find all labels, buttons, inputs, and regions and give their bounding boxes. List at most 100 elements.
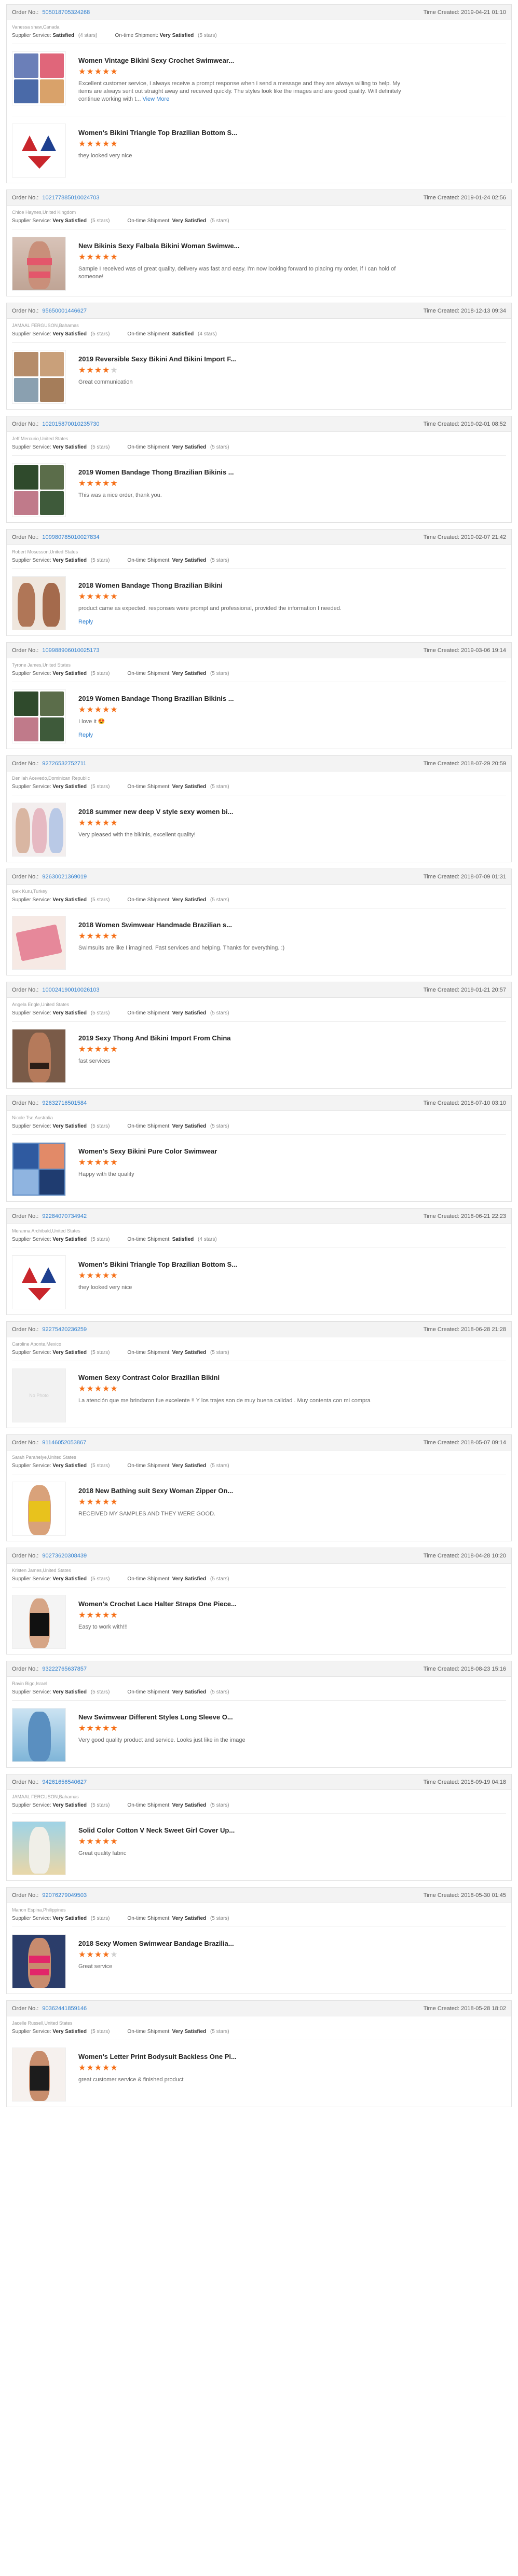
order-link[interactable]: 109988906010025173 (42, 647, 99, 654)
product-title[interactable]: Women Vintage Bikini Sexy Crochet Swimwe… (78, 57, 265, 64)
product-title[interactable]: 2018 New Bathing suit Sexy Woman Zipper … (78, 1487, 265, 1495)
order-link[interactable]: 92076279049503 (42, 1892, 87, 1899)
time-created: Time Created: 2018-04-28 10:20 (424, 1553, 506, 1559)
shipment-label: On-time Shipment: (127, 1123, 171, 1129)
supplier-service-label: Supplier Service: (12, 218, 51, 224)
supplier-service-stars: (5 stars) (90, 218, 110, 224)
order-link[interactable]: 90362441859146 (42, 2005, 87, 2012)
star-icon: ★ (78, 2064, 87, 2072)
order-link[interactable]: 505018705324268 (42, 9, 90, 16)
order-label: Order No.: (12, 1892, 39, 1899)
product-thumbnail[interactable] (12, 1708, 66, 1762)
product-thumbnail[interactable] (12, 1029, 66, 1083)
shipment-rating: On-time Shipment: Satisfied (4 stars) (127, 331, 216, 337)
shipment-stars: (5 stars) (210, 218, 229, 224)
review-text: great customer service & finished produc… (78, 2077, 184, 2083)
product-thumbnail[interactable] (12, 463, 66, 517)
product-thumbnail[interactable] (12, 689, 66, 743)
shipment-value: Very Satisfied (172, 897, 207, 903)
star-icon: ★ (94, 1837, 103, 1846)
product-title[interactable]: 2019 Women Bandage Thong Brazilian Bikin… (78, 468, 265, 476)
product-thumbnail[interactable] (12, 1821, 66, 1875)
product-title[interactable]: 2018 summer new deep V style sexy women … (78, 808, 265, 816)
reply-link[interactable]: Reply (78, 732, 506, 738)
product-rating-stars: ★★★★★ (78, 140, 506, 149)
product-title[interactable]: Women Sexy Contrast Color Brazilian Biki… (78, 1374, 265, 1381)
product-title[interactable]: 2019 Reversible Sexy Bikini And Bikini I… (78, 355, 265, 363)
product-title[interactable]: New Swimwear Different Styles Long Sleev… (78, 1713, 265, 1721)
product-thumbnail[interactable] (12, 916, 66, 970)
supplier-service-value: Very Satisfied (52, 1123, 87, 1129)
product-thumbnail[interactable] (12, 51, 66, 105)
order-link[interactable]: 92630021369019 (42, 874, 87, 880)
product-title[interactable]: Women's Bikini Triangle Top Brazilian Bo… (78, 129, 265, 137)
product-thumbnail[interactable] (12, 1142, 66, 1196)
product-thumbnail[interactable] (12, 124, 66, 178)
card-header: Order No.: 100024190010026103 Time Creat… (7, 982, 511, 998)
product-title[interactable]: 2019 Women Bandage Thong Brazilian Bikin… (78, 695, 265, 702)
order-number: Order No.: 90362441859146 (12, 2005, 87, 2012)
order-link[interactable]: 92284070734942 (42, 1213, 87, 1219)
order-link[interactable]: 92726532752711 (42, 761, 86, 767)
product-title[interactable]: 2018 Women Bandage Thong Brazilian Bikin… (78, 581, 265, 589)
review-comment: Great service (78, 1963, 411, 1971)
card-gap (6, 1089, 512, 1095)
reply-link[interactable]: Reply (78, 619, 506, 625)
shipment-rating: On-time Shipment: Very Satisfied (5 star… (127, 1689, 229, 1695)
shipment-rating: On-time Shipment: Very Satisfied (5 star… (127, 444, 229, 450)
order-link[interactable]: 100024190010026103 (42, 987, 99, 993)
view-more-link[interactable]: View More (142, 96, 169, 102)
order-link[interactable]: 92275420236259 (42, 1326, 87, 1333)
product-title[interactable]: Women's Bikini Triangle Top Brazilian Bo… (78, 1260, 265, 1268)
star-icon: ★ (86, 1045, 94, 1054)
product-thumbnail[interactable] (12, 576, 66, 630)
order-link[interactable]: 91146052053867 (42, 1440, 86, 1446)
time-created: Time Created: 2019-02-07 21:42 (424, 534, 506, 540)
order-link[interactable]: 95650001446627 (42, 308, 87, 314)
product-thumbnail[interactable] (12, 1482, 66, 1536)
product-thumbnail[interactable]: No Photo (12, 1368, 66, 1422)
product-thumbnail[interactable] (12, 350, 66, 404)
star-icon: ★ (110, 1385, 118, 1393)
card-gap (6, 183, 512, 189)
product-thumbnail[interactable] (12, 1934, 66, 1988)
product-title[interactable]: Women's Sexy Bikini Pure Color Swimwear (78, 1147, 265, 1155)
product-thumbnail[interactable] (12, 1595, 66, 1649)
product-title[interactable]: Women's Crochet Lace Halter Straps One P… (78, 1600, 265, 1608)
order-link[interactable]: 93222765637857 (42, 1666, 87, 1672)
supplier-service-label: Supplier Service: (12, 1237, 51, 1242)
product-thumbnail[interactable] (12, 2048, 66, 2102)
product-title[interactable]: 2019 Sexy Thong And Bikini Import From C… (78, 1034, 265, 1042)
supplier-service-label: Supplier Service: (12, 2029, 51, 2035)
time-label: Time Created: (423, 1892, 460, 1899)
product-review: 2018 Women Swimwear Handmade Brazilian s… (7, 909, 511, 975)
product-thumbnail[interactable] (12, 1255, 66, 1309)
supplier-service-stars: (5 stars) (90, 897, 110, 903)
product-thumbnail[interactable] (12, 803, 66, 857)
star-icon: ★ (110, 2064, 118, 2072)
order-link[interactable]: 109980785010027834 (42, 534, 99, 540)
order-link[interactable]: 94261656540627 (42, 1779, 87, 1785)
star-icon: ★ (94, 366, 103, 375)
product-title[interactable]: 2018 Women Swimwear Handmade Brazilian s… (78, 921, 265, 929)
supplier-service-rating: Supplier Service: Very Satisfied (5 star… (12, 558, 110, 563)
product-title[interactable]: Solid Color Cotton V Neck Sweet Girl Cov… (78, 1826, 265, 1834)
order-link[interactable]: 90273620308439 (42, 1553, 87, 1559)
order-link[interactable]: 102177885010024703 (42, 195, 99, 201)
product-thumbnail[interactable] (12, 237, 66, 291)
product-rating-stars: ★★★★★ (78, 932, 506, 941)
product-title[interactable]: New Bikinis Sexy Falbala Bikini Woman Sw… (78, 242, 265, 250)
star-icon: ★ (86, 932, 94, 941)
order-label: Order No.: (12, 1665, 39, 1672)
order-label: Order No.: (12, 1100, 39, 1106)
shipment-stars: (5 stars) (210, 1350, 229, 1355)
buyer-info: JAMAAL FERGUSON,Bahamas (12, 323, 79, 328)
product-rating-stars: ★★★★★ (78, 253, 506, 262)
product-title[interactable]: 2018 Sexy Women Swimwear Bandage Brazili… (78, 1940, 265, 1947)
order-link[interactable]: 92632716501584 (42, 1100, 87, 1106)
supplier-service-value: Satisfied (52, 33, 75, 38)
product-review: 2019 Sexy Thong And Bikini Import From C… (7, 1022, 511, 1088)
product-title[interactable]: Women's Letter Print Bodysuit Backless O… (78, 2053, 265, 2060)
supplier-service-rating: Supplier Service: Satisfied (4 stars) (12, 33, 98, 38)
order-link[interactable]: 102015870010235730 (42, 421, 99, 427)
